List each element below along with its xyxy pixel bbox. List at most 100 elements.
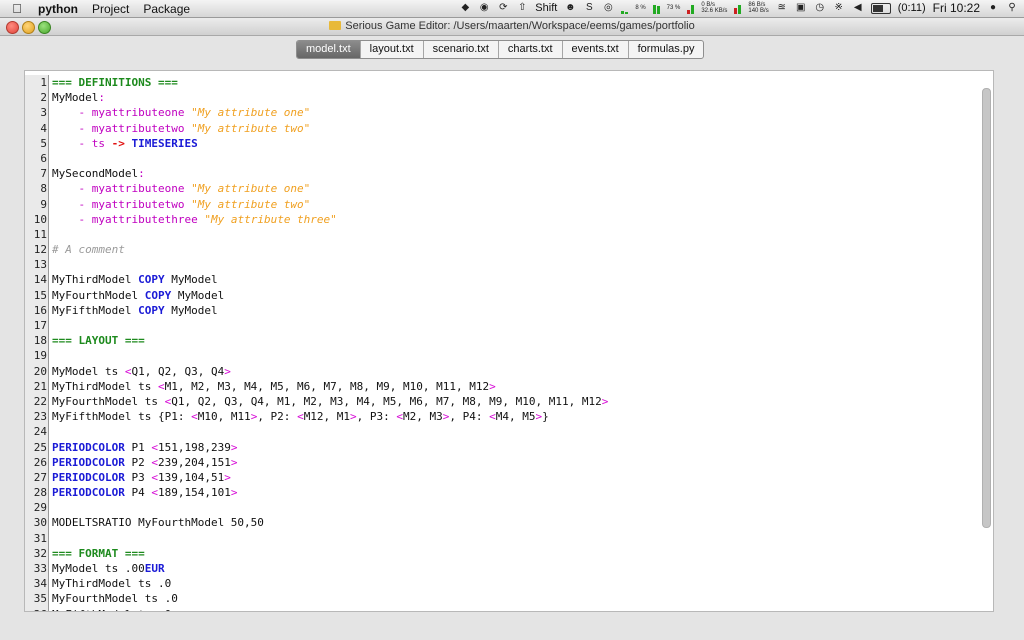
code-token-plain: 189,154,101 bbox=[157, 486, 231, 500]
code-line[interactable]: 35 MyFourthModel ts .0 bbox=[25, 591, 985, 607]
code-line[interactable]: 22 MyFourthModel ts <Q1, Q2, Q3, Q4, M1, … bbox=[25, 393, 985, 410]
menu-project[interactable]: Project bbox=[92, 2, 129, 16]
code-line[interactable]: 9 - myattributetwo "My attribute two" bbox=[25, 196, 985, 212]
cpu-meter-2[interactable] bbox=[652, 2, 660, 14]
line-number: 7 bbox=[25, 166, 49, 182]
display-icon[interactable]: ▣ bbox=[795, 2, 807, 14]
code-line[interactable]: 30 MODELTSRATIO MyFourthModel 50,50 bbox=[25, 515, 985, 531]
line-number: 10 bbox=[25, 211, 49, 227]
code-line[interactable]: 16 MyFifthModel COPY MyModel bbox=[25, 302, 985, 318]
code-line[interactable]: 24 bbox=[25, 424, 985, 440]
code-line[interactable]: 33 MyModel ts .00EUR bbox=[25, 561, 985, 577]
tab-events[interactable]: events.txt bbox=[561, 41, 628, 58]
code-line[interactable]: 25 PERIODCOLOR P1 <151,198,239> bbox=[25, 439, 985, 455]
line-number: 14 bbox=[25, 272, 49, 288]
code-line[interactable]: 26 PERIODCOLOR P2 <239,204,151> bbox=[25, 454, 985, 470]
code-line[interactable]: 6 bbox=[25, 150, 985, 167]
disk-write-readout: 140 B/s bbox=[748, 8, 769, 14]
tab-model[interactable]: model.txt bbox=[297, 41, 360, 58]
code-line[interactable]: 12 # A comment bbox=[25, 242, 985, 258]
code-token-plain: MyThirdModel ts .0 bbox=[52, 577, 172, 591]
code-line[interactable]: 13 bbox=[25, 257, 985, 273]
title-bar[interactable]: Serious Game Editor: /Users/maarten/Work… bbox=[0, 18, 1024, 36]
shift-label[interactable]: Shift bbox=[535, 2, 557, 14]
wifi-icon[interactable]: ≊ bbox=[776, 2, 788, 14]
code-line[interactable]: 28 PERIODCOLOR P4 <189,154,101> bbox=[25, 485, 985, 501]
disk-meter[interactable] bbox=[734, 2, 742, 14]
scrollbar-thumb[interactable] bbox=[982, 88, 991, 528]
code-line[interactable]: 1 === DEFINITIONS === bbox=[25, 75, 985, 91]
code-line[interactable]: 27 PERIODCOLOR P3 <139,104,51> bbox=[25, 469, 985, 486]
net-meter[interactable] bbox=[687, 2, 695, 14]
code-line[interactable]: 20 MyModel ts <Q1, Q2, Q3, Q4> bbox=[25, 363, 985, 379]
bluetooth-icon[interactable]: ※ bbox=[833, 2, 845, 14]
editor-scrollbar[interactable] bbox=[982, 88, 991, 528]
code-token-attr: : bbox=[98, 91, 105, 105]
line-number: 18 bbox=[25, 333, 49, 349]
network-icon[interactable]: ◎ bbox=[602, 2, 614, 14]
code-line[interactable]: 3 - myattributeone "My attribute one" bbox=[25, 105, 985, 121]
tab-scenario[interactable]: scenario.txt bbox=[422, 41, 498, 58]
shift-key-icon[interactable]: ⇧ bbox=[516, 2, 528, 14]
menu-package[interactable]: Package bbox=[143, 2, 190, 16]
code-text: MyFourthModel ts <Q1, Q2, Q3, Q4, M1, M2… bbox=[49, 394, 608, 409]
battery-icon[interactable] bbox=[870, 2, 891, 14]
tab-layout[interactable]: layout.txt bbox=[359, 41, 423, 58]
menu-clock[interactable]: Fri 10:22 bbox=[933, 1, 980, 15]
line-number: 29 bbox=[25, 500, 49, 516]
tab-formulas[interactable]: formulas.py bbox=[627, 41, 704, 58]
code-line[interactable]: 5 - ts -> TIMESERIES bbox=[25, 135, 985, 151]
code-line[interactable]: 4 - myattributetwo "My attribute two" bbox=[25, 120, 985, 136]
code-line[interactable]: 29 bbox=[25, 500, 985, 516]
dropbox-icon[interactable]: ◆ bbox=[459, 2, 471, 14]
tab-charts[interactable]: charts.txt bbox=[497, 41, 562, 58]
code-line[interactable]: 32 === FORMAT === bbox=[25, 545, 985, 561]
code-token-plain: P1 bbox=[124, 440, 152, 454]
code-token-plain: P4 bbox=[124, 486, 152, 500]
line-number: 11 bbox=[25, 226, 49, 243]
line-number: 20 bbox=[25, 363, 49, 379]
skype-icon[interactable]: S bbox=[583, 2, 595, 14]
code-token-plain: 239,204,151 bbox=[157, 455, 231, 469]
code-token-plain: MyFifthModel bbox=[52, 303, 139, 317]
code-token-plain: MyFifthModel ts {P1: bbox=[52, 410, 192, 424]
code-line[interactable]: 19 bbox=[25, 348, 985, 364]
camera-icon[interactable]: ◉ bbox=[478, 2, 490, 14]
line-number: 3 bbox=[25, 105, 49, 121]
code-text: === LAYOUT === bbox=[49, 333, 145, 348]
code-line[interactable]: 14 MyThirdModel COPY MyModel bbox=[25, 272, 985, 288]
code-line[interactable]: 8 - myattributeone "My attribute one" bbox=[25, 181, 985, 197]
code-line[interactable]: 18 === LAYOUT === bbox=[25, 333, 985, 349]
robot-icon[interactable]: ☻ bbox=[564, 2, 576, 14]
folder-icon bbox=[329, 21, 342, 30]
sync-icon[interactable]: ⟳ bbox=[497, 2, 509, 14]
code-line[interactable]: 17 bbox=[25, 318, 985, 334]
code-line[interactable]: 21 MyThirdModel ts <M1, M2, M3, M4, M5, M… bbox=[25, 378, 985, 394]
volume-icon[interactable]: ◀ bbox=[852, 2, 864, 14]
code-line[interactable]: 34 MyThirdModel ts .0 bbox=[25, 576, 985, 592]
code-token-bracket: < bbox=[489, 410, 496, 424]
line-number: 8 bbox=[25, 181, 49, 197]
code-line[interactable]: 23 MyFifthModel ts {P1: <M10, M11>, P2: <… bbox=[25, 409, 985, 425]
code-line[interactable]: 7 MySecondModel: bbox=[25, 166, 985, 182]
code-line[interactable]: 10 - myattributethree "My attribute thre… bbox=[25, 211, 985, 227]
time-machine-icon[interactable]: ◷ bbox=[814, 2, 826, 14]
line-number: 32 bbox=[25, 545, 49, 561]
apple-menu-icon[interactable]:  bbox=[10, 1, 24, 16]
spotlight-search-icon[interactable]: ⚲ bbox=[1006, 2, 1018, 14]
cpu-readout-1: 8 % bbox=[635, 5, 646, 11]
line-number: 12 bbox=[25, 242, 49, 258]
app-menu-python[interactable]: python bbox=[38, 2, 78, 16]
code-token-plain: P3 bbox=[124, 470, 152, 484]
code-editor[interactable]: 1 === DEFINITIONS === 2 MyModel: 3 - myattri… bbox=[24, 70, 994, 612]
user-icon[interactable]: ● bbox=[987, 2, 999, 14]
cpu-meter-1[interactable] bbox=[621, 2, 629, 14]
battery-time[interactable]: (0:11) bbox=[898, 2, 926, 14]
code-line[interactable]: 2 MyModel: bbox=[25, 90, 985, 106]
code-token-keyword: COPY bbox=[138, 303, 165, 317]
code-text: MyModel: bbox=[49, 90, 105, 105]
code-line[interactable]: 11 bbox=[25, 226, 985, 243]
code-line[interactable]: 15 MyFourthModel COPY MyModel bbox=[25, 287, 985, 303]
code-line[interactable]: 31 bbox=[25, 530, 985, 546]
code-line[interactable]: 36MyFifthModel ts .0 bbox=[25, 606, 985, 611]
